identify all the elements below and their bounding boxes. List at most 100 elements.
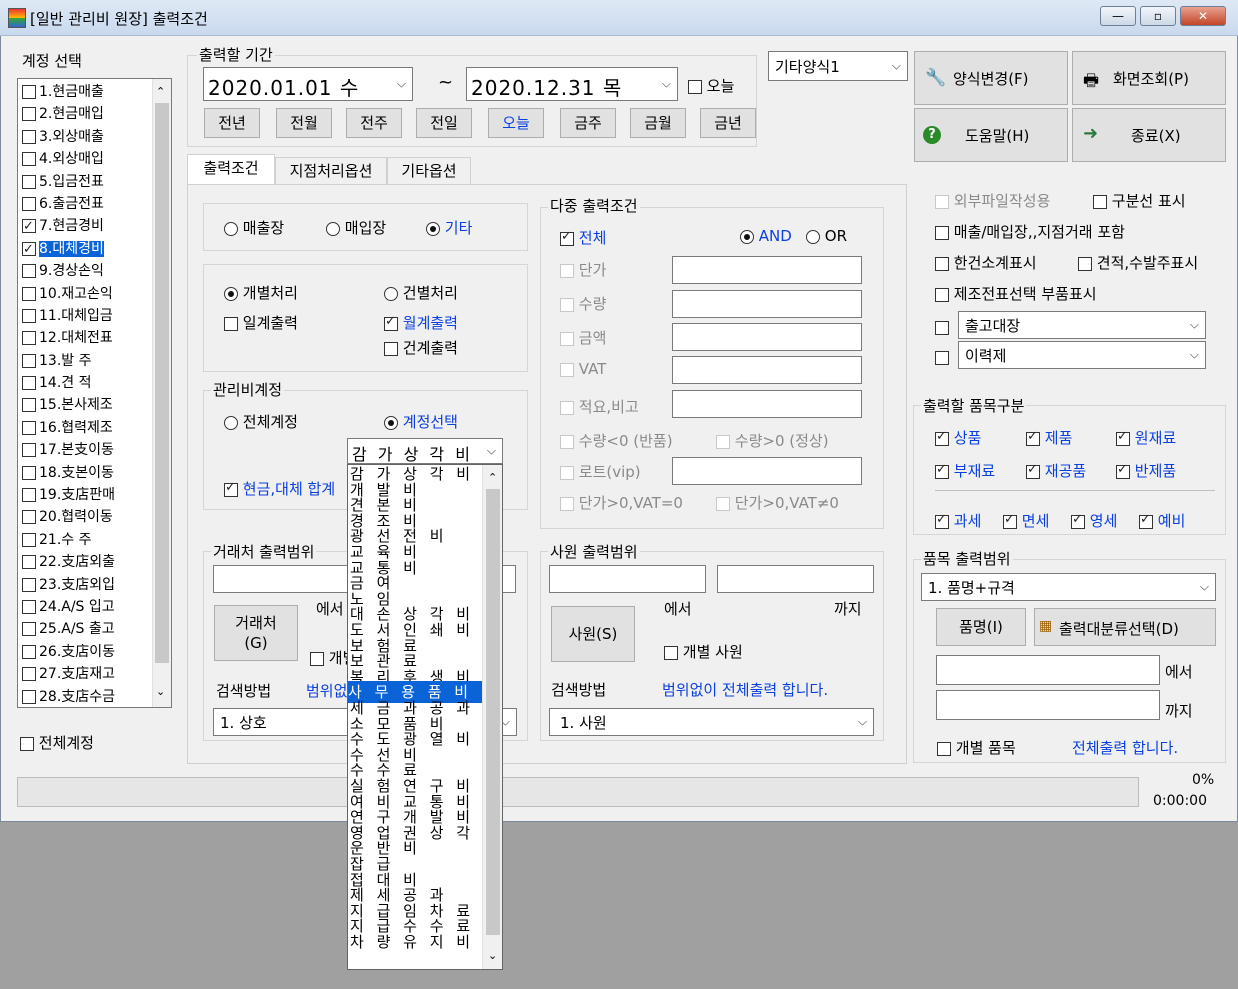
minimize-button[interactable]: — xyxy=(1100,6,1136,26)
manufacture-checkbox[interactable]: 제조전표선택 부품표시 xyxy=(935,283,1097,304)
form-style-select[interactable]: 기타양식1 ⌵ xyxy=(768,51,908,81)
amount-input[interactable] xyxy=(672,323,862,351)
item-class-select-button[interactable]: ▦ 출력대분류선택(D) xyxy=(1034,608,1216,646)
include-branch-checkbox[interactable]: 매출/매입장,,지점거래 포함 xyxy=(935,221,1125,242)
account-list-item[interactable]: 22.支店외출 xyxy=(18,551,152,573)
trade-button[interactable]: 거래처 (G) xyxy=(214,605,298,661)
scroll-down-icon[interactable]: ⌄ xyxy=(156,685,165,698)
all-accounts-checkbox[interactable]: 전체계정 xyxy=(20,732,94,753)
semi-product-checkbox[interactable]: 반제품 xyxy=(1116,460,1176,481)
account-list-item[interactable]: 4.외상매입 xyxy=(18,148,152,170)
per-item-output-checkbox[interactable]: 건계출력 xyxy=(384,337,458,358)
account-list-item[interactable]: 16.협력제조 xyxy=(18,417,152,439)
account-list-item[interactable]: 11.대체입금 xyxy=(18,305,152,327)
qty-positive-checkbox[interactable]: 수량>0 (정상) xyxy=(716,430,829,451)
account-list-item[interactable]: 26.支店이동 xyxy=(18,641,152,663)
account-list-item[interactable]: 12.대체전표 xyxy=(18,327,152,349)
qty-negative-checkbox[interactable]: 수량<0 (반품) xyxy=(560,430,673,451)
staff-from-input[interactable] xyxy=(549,565,706,593)
sub-material-checkbox[interactable]: 부재료 xyxy=(935,460,995,481)
purchase-ledger-radio[interactable]: 매입장 xyxy=(326,217,386,238)
period-button[interactable]: 전년 xyxy=(204,108,260,138)
scroll-thumb[interactable] xyxy=(155,103,169,663)
screen-view-button[interactable]: 🖶 화면조회(P) xyxy=(1072,51,1226,105)
scroll-up-icon[interactable]: ⌃ xyxy=(488,471,497,484)
account-list-scrollbar[interactable]: ⌃ ⌄ xyxy=(152,79,171,707)
account-list-item[interactable]: 18.支본이동 xyxy=(18,462,152,484)
external-file-checkbox[interactable]: 외부파일작성용 xyxy=(935,190,1050,211)
staff-individual-checkbox[interactable]: 개별 사원 xyxy=(664,641,743,662)
multi-all-checkbox[interactable]: 전체 xyxy=(560,227,606,248)
item-to-input[interactable] xyxy=(936,690,1160,720)
item-name-button[interactable]: 품명(I) xyxy=(936,608,1026,646)
trade-from-input[interactable] xyxy=(213,565,353,593)
account-list-item[interactable]: 8.대체경비 xyxy=(18,238,152,261)
exempt-checkbox[interactable]: 면세 xyxy=(1003,510,1049,531)
scroll-thumb[interactable] xyxy=(486,489,500,935)
cash-sum-checkbox[interactable]: 현금,대체 합계 xyxy=(224,478,335,499)
unit-price-input[interactable] xyxy=(672,256,862,284)
account-list-item[interactable]: 17.본支이동 xyxy=(18,439,152,461)
account-list-item[interactable]: 28.支店수금 xyxy=(18,686,152,707)
sales-ledger-radio[interactable]: 매출장 xyxy=(224,217,284,238)
remark-input[interactable] xyxy=(672,390,862,418)
item-range-select[interactable]: 1. 품명+규격 ⌵ xyxy=(921,573,1216,601)
staff-button[interactable]: 사원(S) xyxy=(551,606,635,662)
account-list-item[interactable]: 23.支店외입 xyxy=(18,574,152,596)
account-list-item[interactable]: 13.발 주 xyxy=(18,350,152,372)
lot-input[interactable] xyxy=(672,457,862,485)
remark-checkbox[interactable]: 적요,비고 xyxy=(560,396,639,417)
combo1-checkbox[interactable] xyxy=(935,318,949,336)
monthly-output-checkbox[interactable]: 월계출력 xyxy=(384,312,458,333)
account-combo[interactable]: 감 가 상 각 비 ⌵ xyxy=(347,438,503,464)
account-list-item[interactable]: 2.현금매입 xyxy=(18,103,152,125)
scroll-down-icon[interactable]: ⌄ xyxy=(488,949,497,962)
staff-to-input[interactable] xyxy=(717,565,874,593)
tab-branch-options[interactable]: 지점처리옵션 xyxy=(275,157,387,185)
account-list-item[interactable]: 7.현금경비 xyxy=(18,215,152,238)
tab-output-conditions[interactable]: 출력조건 xyxy=(187,154,275,185)
account-list-item[interactable]: 27.支店재고 xyxy=(18,663,152,685)
zero-rate-checkbox[interactable]: 영세 xyxy=(1071,510,1117,531)
item-individual-checkbox[interactable]: 개별 품목 xyxy=(937,737,1016,758)
account-list-item[interactable]: 5.입금전표 xyxy=(18,171,152,193)
estimate-checkbox[interactable]: 견적,수발주표시 xyxy=(1078,252,1198,273)
help-button[interactable]: ? 도움말(H) xyxy=(914,108,1068,162)
account-list-item[interactable]: 15.본사제조 xyxy=(18,394,152,416)
today-checkbox[interactable]: 오늘 xyxy=(688,75,734,96)
account-dropdown-list[interactable]: 감 가 상 각 비개 발 비견 본 비경 조 비광 선 전 비교 육 비교 통 … xyxy=(347,464,503,970)
account-list-item[interactable]: 20.협력이동 xyxy=(18,506,152,528)
account-list[interactable]: 1.현금매출 2.현금매입 3.외상매출 4.외상매입 5.입금전표 6.출금전표 7.현금… xyxy=(17,78,172,708)
date-to-picker[interactable]: 2020.12.31 목 ⌵ xyxy=(466,67,678,101)
period-button[interactable]: 금년 xyxy=(700,108,756,138)
period-button[interactable]: 오늘 xyxy=(488,108,544,138)
account-list-item[interactable]: 3.외상매출 xyxy=(18,126,152,148)
or-radio[interactable]: OR xyxy=(806,227,847,245)
close-button[interactable]: ✕ xyxy=(1180,6,1226,26)
vat-nonzero-checkbox[interactable]: 단가>0,VAT≠0 xyxy=(716,492,839,513)
raw-material-checkbox[interactable]: 원재료 xyxy=(1116,427,1176,448)
unit-price-checkbox[interactable]: 단가 xyxy=(560,259,606,280)
account-list-item[interactable]: 14.견 적 xyxy=(18,372,152,394)
subtotal-checkbox[interactable]: 한건소계표시 xyxy=(935,252,1037,273)
account-list-item[interactable]: 19.支店판매 xyxy=(18,484,152,506)
combo2-checkbox[interactable] xyxy=(935,348,949,366)
wip-checkbox[interactable]: 재공품 xyxy=(1026,460,1086,481)
exit-button[interactable]: ➜ 종료(X) xyxy=(1072,108,1226,162)
and-radio[interactable]: AND xyxy=(740,227,792,245)
change-form-button[interactable]: 🔧 양식변경(F) xyxy=(914,51,1068,105)
reserve-checkbox[interactable]: 예비 xyxy=(1139,510,1185,531)
period-button[interactable]: 전주 xyxy=(346,108,402,138)
account-list-item[interactable]: 24.A/S 입고 xyxy=(18,596,152,618)
date-from-picker[interactable]: 2020.01.01 수 ⌵ xyxy=(203,67,413,101)
account-list-item[interactable]: 1.현금매출 xyxy=(18,81,152,103)
vat-input[interactable] xyxy=(672,356,862,384)
vat-checkbox[interactable]: VAT xyxy=(560,360,606,378)
period-button[interactable]: 금주 xyxy=(560,108,616,138)
period-button[interactable]: 금월 xyxy=(630,108,686,138)
individual-processing-radio[interactable]: 개별처리 xyxy=(224,282,298,303)
other-ledger-radio[interactable]: 기타 xyxy=(426,217,472,238)
staff-search-select[interactable]: 1. 사원 ⌵ xyxy=(549,708,874,736)
per-case-processing-radio[interactable]: 건별처리 xyxy=(384,282,458,303)
account-list-item[interactable]: 10.재고손익 xyxy=(18,283,152,305)
